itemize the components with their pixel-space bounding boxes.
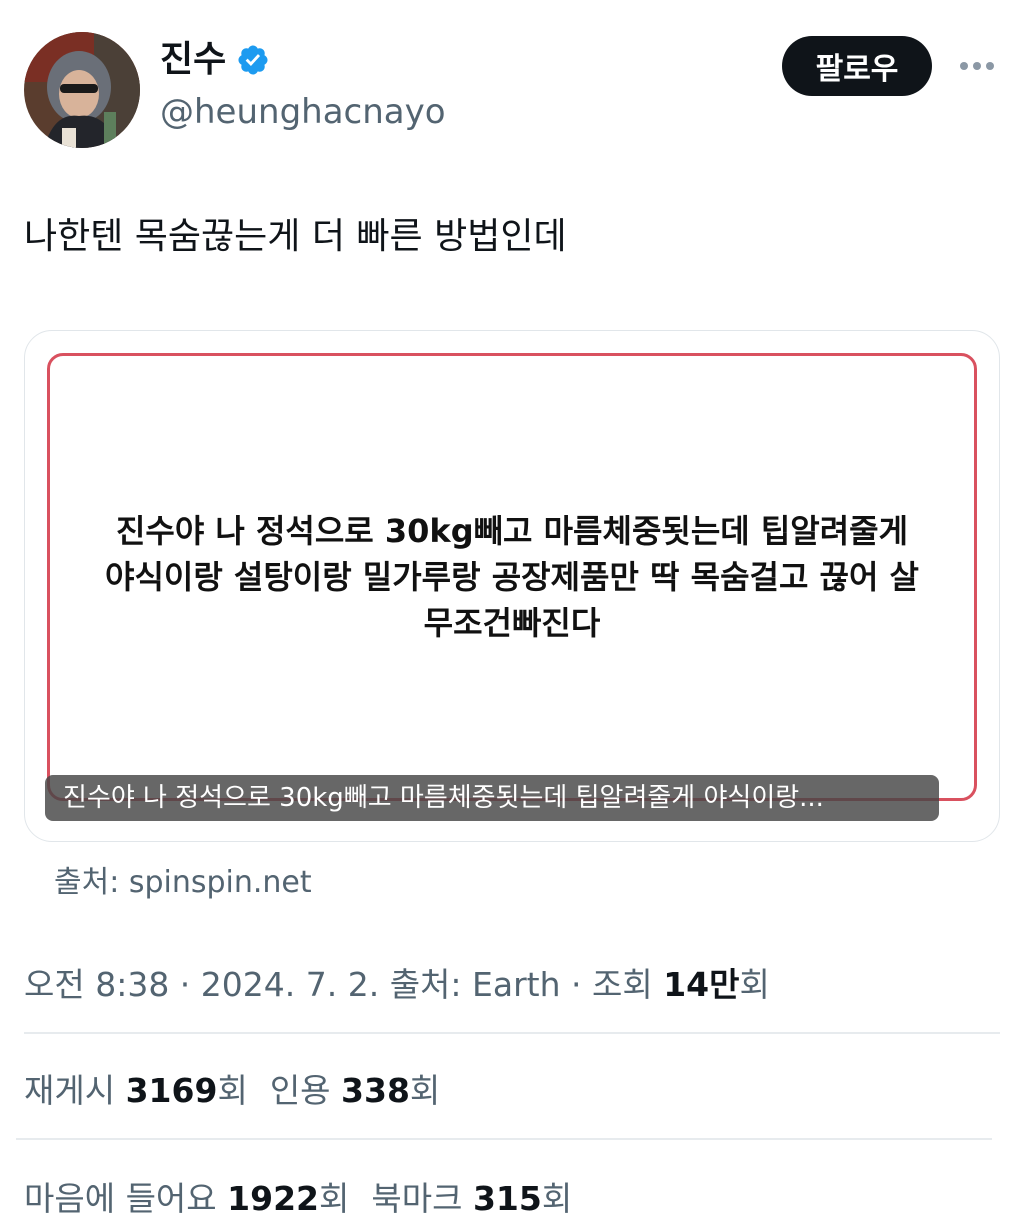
verified-badge-icon (238, 45, 268, 75)
user-handle[interactable]: @heunghacnayo (160, 95, 446, 129)
stats-row-likes: 마음에 들어요 1922회 북마크 315회 (24, 1172, 594, 1220)
quotes-stat[interactable]: 인용 338회 (270, 1064, 440, 1112)
tweet-meta: 오전 8:38 · 2024. 7. 2. 출처: Earth · 조회 14만… (24, 958, 770, 1006)
card-caption: 진수야 나 정석으로 30kg빼고 마름체중됫는데 팁알려줄게 야식이랑... (45, 775, 939, 821)
card-image-line: 진수야 나 정석으로 30kg빼고 마름체중됫는데 팁알려줄게 (115, 512, 909, 550)
card-source[interactable]: 출처: spinspin.net (54, 857, 312, 901)
follow-button[interactable]: 팔로우 (782, 36, 932, 96)
likes-stat[interactable]: 마음에 들어요 1922회 (24, 1172, 349, 1220)
divider (24, 1032, 1000, 1034)
views-suffix: 회 (739, 965, 770, 1004)
bookmarks-stat[interactable]: 북마크 315회 (371, 1172, 572, 1220)
card-image-line: 야식이랑 설탕이랑 밀가루랑 공장제품만 딱 목숨걸고 끊어 살 (105, 558, 919, 596)
profile-photo (24, 32, 140, 148)
divider (16, 1138, 992, 1140)
display-name[interactable]: 진수 (160, 42, 226, 78)
views-count: 14만 (663, 965, 740, 1004)
tweet-text: 나한텐 목숨끊는게 더 빠른 방법인데 (24, 216, 567, 257)
more-icon[interactable] (952, 52, 1002, 80)
card-image: 진수야 나 정석으로 30kg빼고 마름체중됫는데 팁알려줄게 야식이랑 설탕이… (47, 353, 977, 801)
reposts-stat[interactable]: 재게시 3169회 (24, 1064, 248, 1112)
stats-row-engagement: 재게시 3169회 인용 338회 (24, 1064, 462, 1112)
card-image-text: 진수야 나 정석으로 30kg빼고 마름체중됫는데 팁알려줄게 야식이랑 설탕이… (50, 508, 974, 646)
card-image-line: 무조건빠진다 (423, 604, 601, 642)
time-date-text: 오전 8:38 · 2024. 7. 2. 출처: Earth · 조회 (24, 965, 664, 1004)
display-name-row[interactable]: 진수 (160, 42, 270, 78)
avatar[interactable] (24, 32, 140, 148)
link-card[interactable]: 진수야 나 정석으로 30kg빼고 마름체중됫는데 팁알려줄게 야식이랑 설탕이… (24, 330, 1000, 842)
